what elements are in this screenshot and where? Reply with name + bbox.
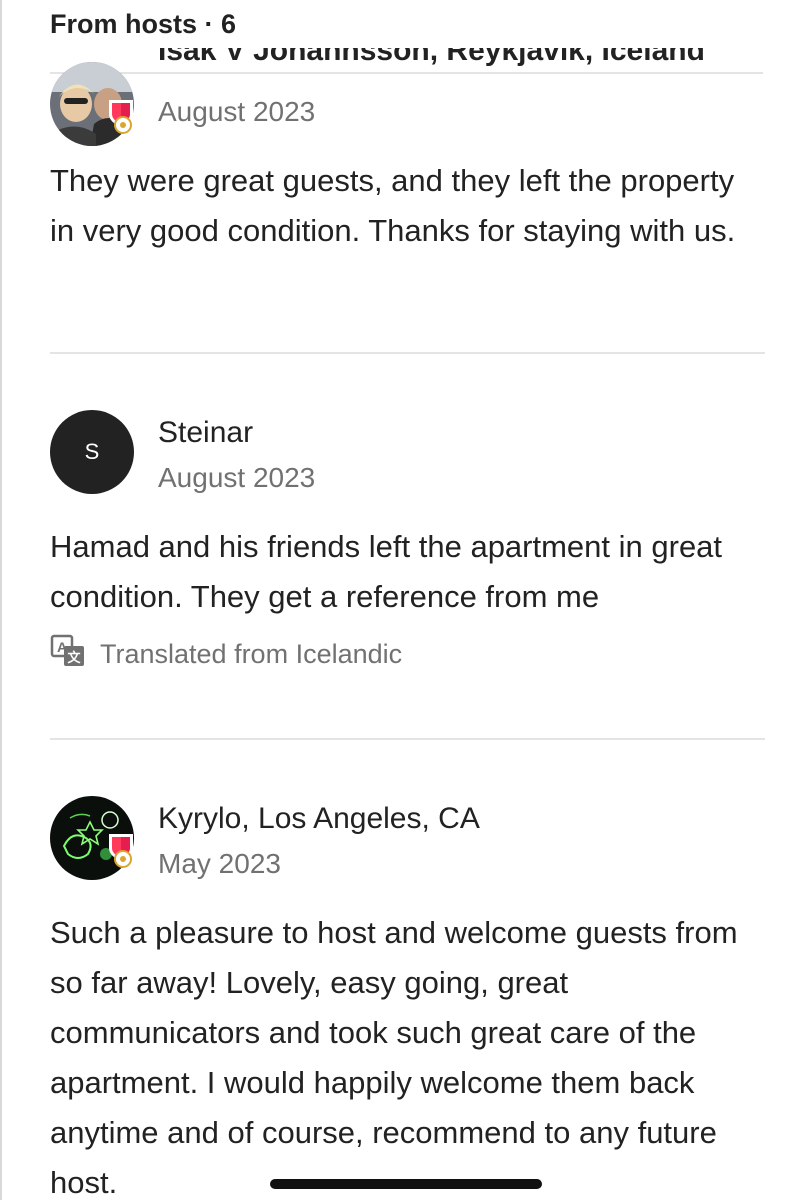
review-3-name[interactable]: Kyrylo, Los Angeles, CA (158, 802, 480, 836)
section-title: From hosts · 6 (50, 8, 237, 39)
svg-text:文: 文 (67, 650, 81, 665)
review-1-date: August 2023 (158, 96, 316, 127)
review-2-avatar[interactable]: S (50, 410, 134, 494)
review-2-date: August 2023 (158, 462, 316, 493)
divider-2 (50, 738, 765, 740)
review-3-body: Such a pleasure to host and welcome gues… (50, 915, 738, 1200)
review-3-date: May 2023 (158, 848, 281, 879)
home-indicator[interactable] (270, 1179, 542, 1189)
superhost-icon (106, 832, 136, 868)
translate-icon: A 文 (50, 634, 86, 675)
superhost-icon (106, 98, 136, 134)
translation-label: Translated from Icelandic (100, 639, 403, 669)
review-1-avatar[interactable] (50, 62, 134, 146)
section-header: From hosts · 6 (50, 0, 803, 48)
avatar-initial: S (50, 410, 134, 494)
review-3-avatar[interactable] (50, 796, 134, 880)
scroll-edge-rule (50, 72, 763, 74)
review-2-name[interactable]: Steinar (158, 416, 253, 450)
host-reviews-screen: From hosts · 6 Ísak V Jóhannsson, Reykja… (0, 0, 803, 1200)
left-edge-rule (0, 0, 2, 1200)
review-1-body: They were great guests, and they left th… (50, 163, 736, 248)
divider-1 (50, 352, 765, 354)
review-2-body: Hamad and his friends left the apartment… (50, 529, 723, 614)
translation-note[interactable]: A 文 Translated from Icelandic (50, 634, 402, 675)
